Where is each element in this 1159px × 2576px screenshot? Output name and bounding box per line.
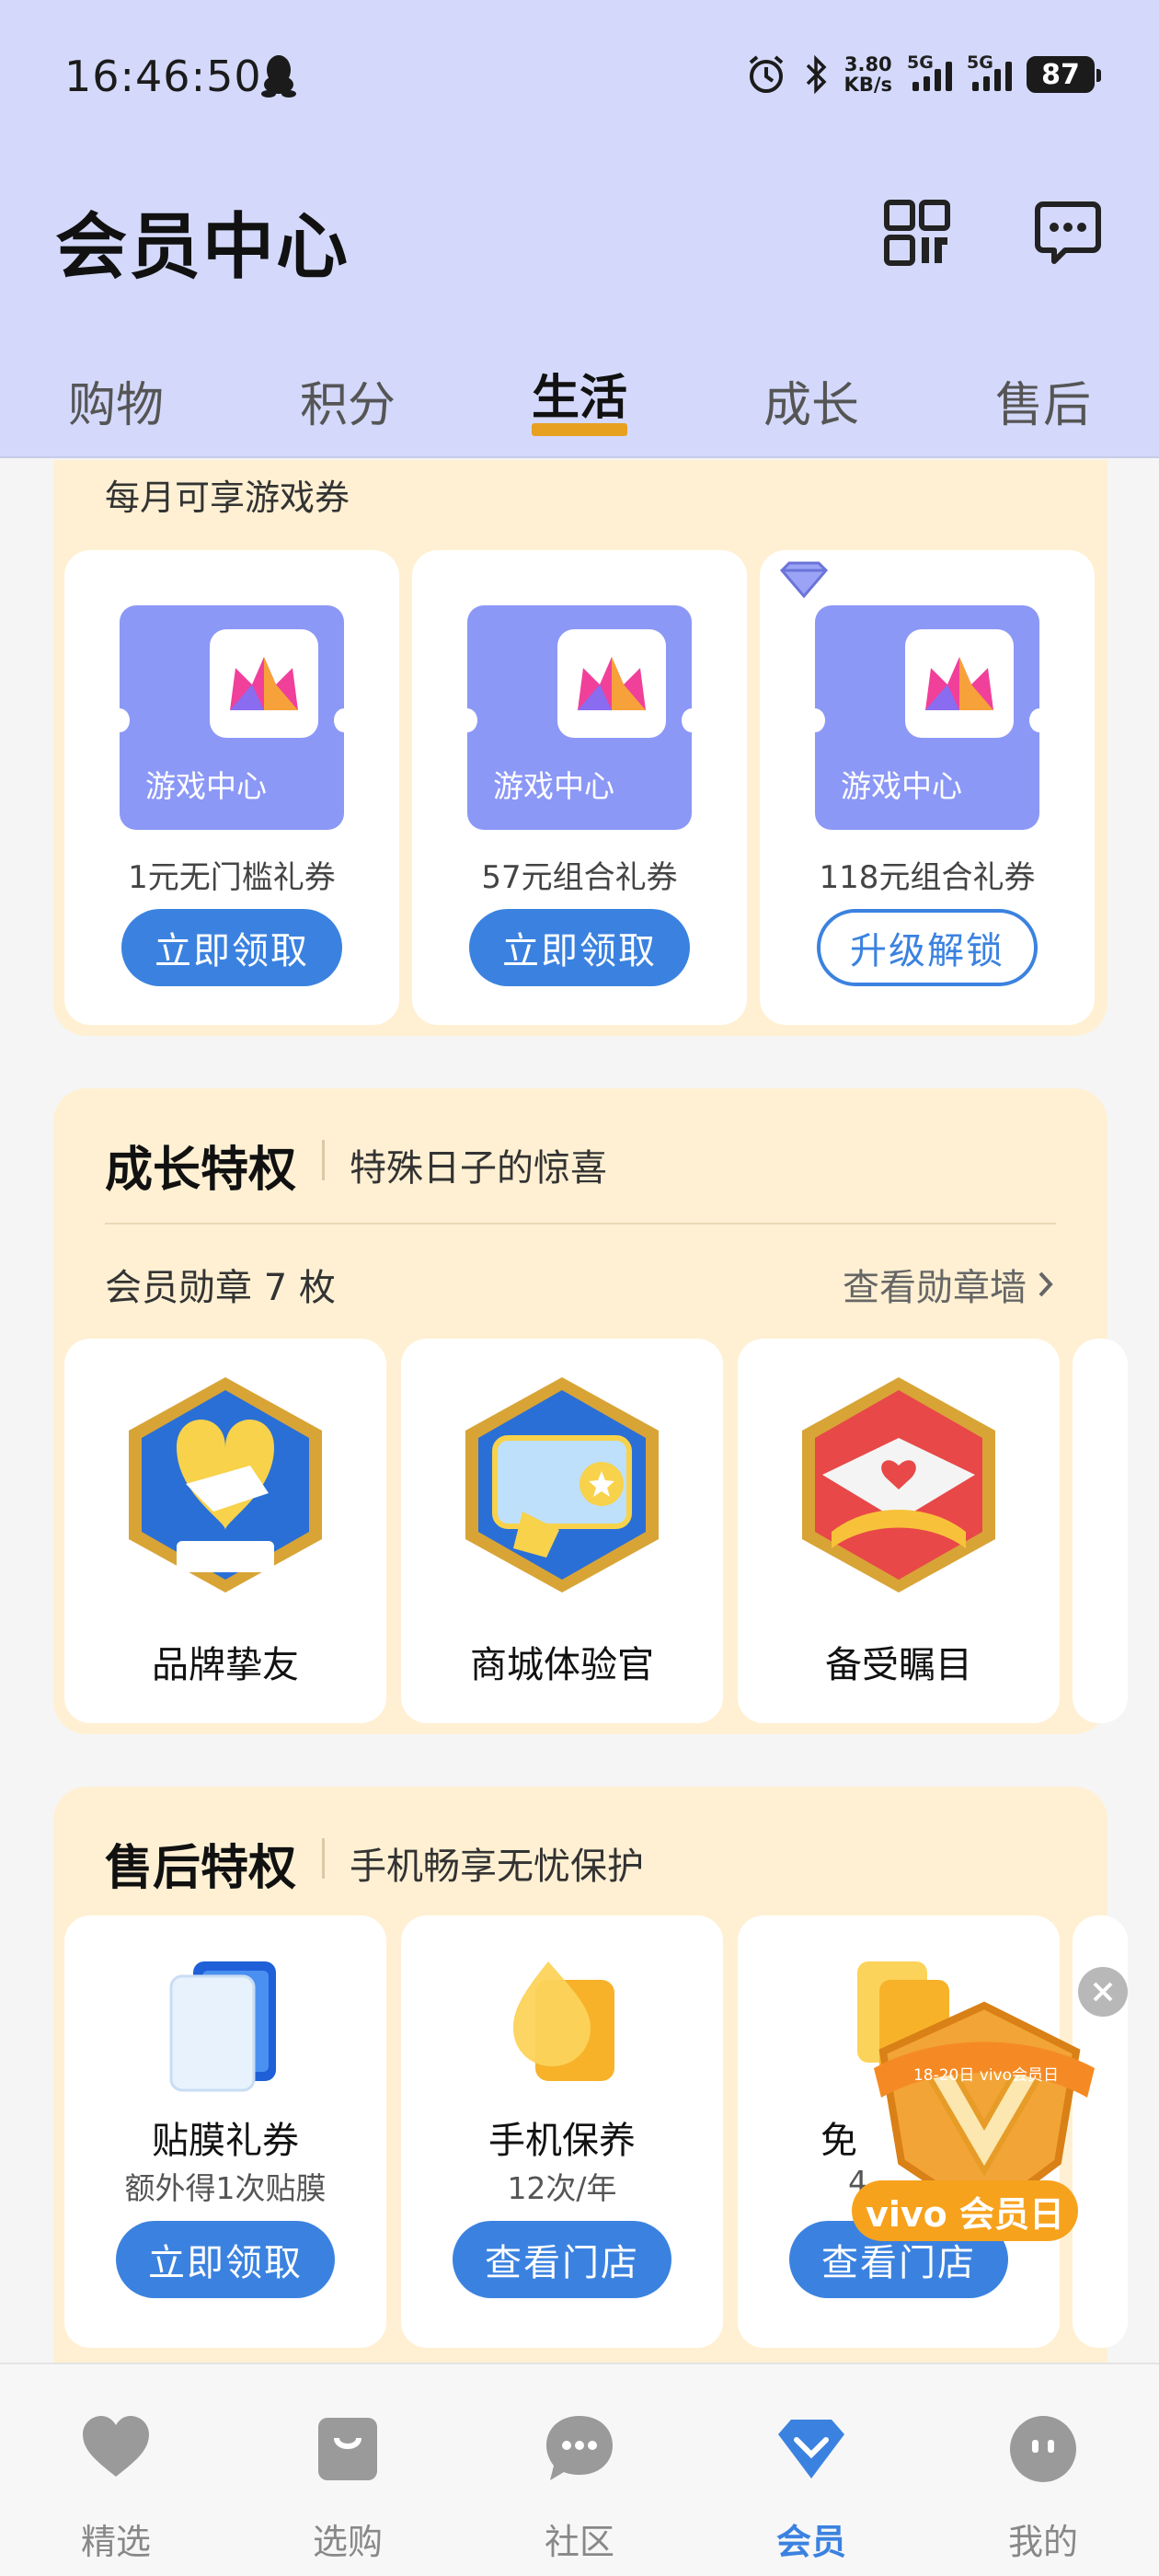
badge-name: 品牌挚友 [152, 1644, 299, 1686]
tab-shopping[interactable]: 购物 [68, 366, 164, 435]
experience-officer-badge-icon [465, 1377, 659, 1593]
qq-icon [261, 55, 296, 98]
handshake-badge-icon [129, 1377, 322, 1593]
coupon-text: 游戏中心 [493, 768, 614, 804]
view-stores-button[interactable]: 查看门店 [453, 2221, 671, 2298]
title-divider [322, 1140, 325, 1180]
bluetooth-icon [806, 54, 827, 95]
chat-bubble-icon [546, 2416, 613, 2480]
alarm-icon [749, 55, 783, 93]
claim-button[interactable]: 立即领取 [116, 2221, 335, 2298]
game-coupon-card[interactable]: 游戏中心 118元组合礼券 升级解锁 [760, 550, 1095, 1025]
badge-card[interactable]: 品牌挚友 [64, 1339, 386, 1723]
section-divider [105, 1223, 1056, 1225]
chevron-right-icon [1039, 1271, 1053, 1297]
section-subtitle: 特殊日子的惊喜 [350, 1147, 607, 1190]
title-divider [322, 1838, 325, 1879]
growth-privilege-panel: 成长特权 特殊日子的惊喜 会员勋章 7 枚 查看勋章墙 品牌挚友 商城体验官 备… [53, 1088, 1128, 1734]
vip-day-label[interactable]: vivo 会员日 [852, 2180, 1078, 2241]
vip-day-promo[interactable]: 18-20日 vivo会员日 vivo 会员日 [846, 1987, 1113, 2254]
header: 16:46:50 3.80 KB/s 5G 5G 87 会员中心 购物 积分 生… [0, 0, 1159, 458]
nav-profile[interactable]: 我的 [927, 2364, 1159, 2576]
net-speed: 3.80 KB/s [843, 53, 892, 96]
claim-button[interactable]: 立即领取 [121, 909, 342, 986]
see-badge-wall-link[interactable]: 查看勋章墙 [843, 1258, 1056, 1311]
coupon-ticket: 游戏中心 [120, 605, 344, 830]
section-title: 成长特权 [105, 1143, 297, 1198]
badge-count: 会员勋章 7 枚 [105, 1267, 336, 1309]
coupon-text: 游戏中心 [145, 768, 267, 804]
nav-label: 会员 [775, 2522, 846, 2562]
badge-card-partial[interactable] [1073, 1339, 1128, 1723]
upgrade-unlock-button[interactable]: 升级解锁 [817, 909, 1038, 986]
nav-label: 选购 [312, 2522, 383, 2562]
coupon-ticket: 游戏中心 [467, 605, 692, 830]
phone-maintenance-icon [513, 1961, 614, 2081]
nav-member[interactable]: 会员 [695, 2364, 927, 2576]
shopping-bag-icon [318, 2418, 377, 2480]
section-subtitle: 手机畅享无忧保护 [350, 1846, 644, 1888]
nav-shop[interactable]: 选购 [232, 2364, 464, 2576]
section-caption: 每月可享游戏券 [105, 477, 350, 518]
status-icons: 3.80 KB/s 5G 5G 87 [745, 52, 1101, 98]
profile-face-icon [1010, 2416, 1076, 2482]
badge-name: 备受瞩目 [825, 1644, 972, 1686]
qr-code-icon[interactable] [883, 199, 951, 267]
service-card[interactable]: 手机保养 12次/年 查看门店 [401, 1915, 723, 2348]
nav-label: 精选 [80, 2522, 151, 2562]
section-title: 售后特权 [105, 1841, 297, 1896]
battery-icon: 87 [1027, 56, 1101, 93]
coupon-label: 1元无门槛礼券 [128, 859, 336, 896]
promo-ribbon-text: 18-20日 vivo会员日 [913, 2066, 1059, 2085]
coupon-ticket: 游戏中心 [815, 605, 1039, 830]
service-card[interactable]: 贴膜礼券 额外得1次贴膜 立即领取 [64, 1915, 386, 2348]
badge-name: 商城体验官 [470, 1644, 654, 1686]
badge-card[interactable]: 备受瞩目 [738, 1339, 1060, 1723]
game-center-crown-icon [557, 629, 666, 738]
vip-diamond-icon [779, 561, 829, 599]
heart-icon [83, 2416, 149, 2477]
service-title: 贴膜礼券 [152, 2120, 299, 2162]
claim-button[interactable]: 立即领取 [469, 909, 690, 986]
coupon-label: 57元组合礼券 [481, 859, 678, 896]
tab-after-sales[interactable]: 售后 [995, 366, 1091, 435]
nav-label: 社区 [544, 2522, 614, 2562]
active-tab-indicator [532, 423, 627, 436]
tab-growth[interactable]: 成长 [763, 366, 859, 435]
heart-spotlight-badge-icon [802, 1377, 995, 1593]
status-bar: 16:46:50 3.80 KB/s 5G 5G 87 [0, 0, 1159, 156]
game-coupon-panel: 每月可享游戏券 游戏中心 1元无门槛礼券 立即领取 游戏中心 57元组合礼券 立… [53, 460, 1107, 1036]
service-subtitle: 额外得1次贴膜 [124, 2170, 327, 2206]
game-coupon-card[interactable]: 游戏中心 57元组合礼券 立即领取 [412, 550, 747, 1025]
coupon-text: 游戏中心 [841, 768, 962, 804]
signal-icon: 5G [967, 52, 1012, 91]
service-subtitle: 12次/年 [507, 2170, 617, 2206]
coupon-label: 118元组合礼券 [819, 859, 1036, 896]
member-diamond-icon [778, 2420, 844, 2478]
game-center-crown-icon [905, 629, 1014, 738]
nav-community[interactable]: 社区 [464, 2364, 695, 2576]
badge-card[interactable]: 商城体验官 [401, 1339, 723, 1723]
page-title: 会员中心 [55, 206, 350, 289]
game-center-crown-icon [210, 629, 318, 738]
tab-points[interactable]: 积分 [300, 366, 396, 435]
nav-featured[interactable]: 精选 [0, 2364, 232, 2576]
status-time: 16:46:50 [64, 52, 262, 101]
tab-life[interactable]: 生活 [532, 359, 627, 428]
signal-icon: 5G [907, 52, 952, 91]
service-title: 手机保养 [488, 2120, 636, 2162]
nav-label: 我的 [1007, 2522, 1078, 2562]
see-badge-wall-label: 查看勋章墙 [843, 1267, 1027, 1309]
bottom-navigation: 精选 选购 社区 会员 我的 [0, 2363, 1159, 2576]
screen-protector-icon [169, 1961, 276, 2092]
message-icon[interactable] [1034, 199, 1102, 267]
game-coupon-card[interactable]: 游戏中心 1元无门槛礼券 立即领取 [64, 550, 399, 1025]
